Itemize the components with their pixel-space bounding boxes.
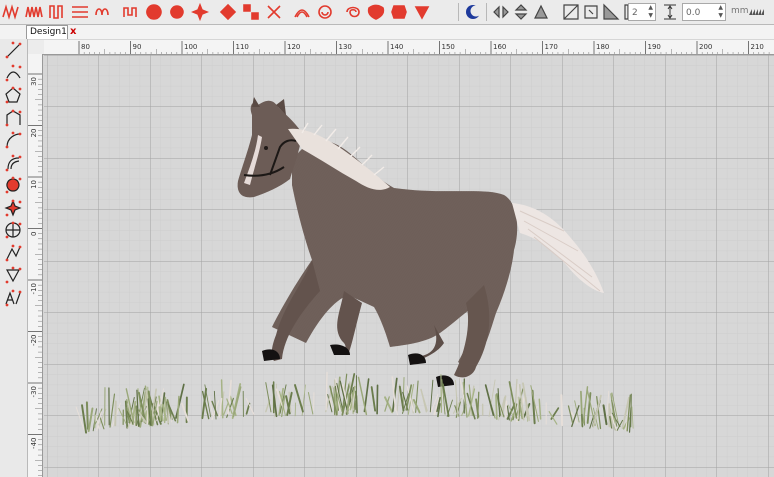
document-tabs: Design1 x	[0, 25, 774, 39]
donut-icon[interactable]	[168, 3, 186, 21]
ruler-label: 200	[699, 43, 712, 51]
ruler-label: 190	[648, 43, 661, 51]
ruler-label: 80	[81, 43, 90, 51]
ruler-label: 210	[751, 43, 764, 51]
circle-tool-icon[interactable]	[4, 176, 23, 195]
ruler-label: 150	[442, 43, 455, 51]
cross-fill-icon[interactable]	[265, 3, 283, 21]
design-canvas[interactable]	[44, 55, 774, 477]
spacing-height-icon	[661, 3, 679, 21]
star-tool-icon[interactable]	[4, 198, 23, 218]
triangle-fill-icon[interactable]	[48, 3, 66, 21]
unit-label: mm	[731, 6, 749, 16]
split-tool-icon[interactable]	[4, 266, 23, 285]
curve-tool-icon[interactable]	[4, 131, 23, 150]
ruler-label: -10	[30, 283, 38, 294]
diamond-grid-icon[interactable]	[242, 3, 260, 21]
ruler-corner	[28, 40, 45, 55]
satin-tool-icon[interactable]	[4, 154, 23, 173]
ruler-label: 130	[339, 43, 352, 51]
ruler-label: 120	[287, 43, 300, 51]
stepper-arrows-icon[interactable]: ▲ ▼	[718, 4, 723, 20]
arc-tool-icon[interactable]	[4, 64, 23, 83]
ruler-label: 90	[133, 43, 142, 51]
close-icon[interactable]: x	[70, 26, 76, 38]
lettering-tool-icon[interactable]	[4, 289, 23, 308]
meander-fill-icon[interactable]	[122, 3, 140, 21]
mirror-vertical-icon[interactable]	[512, 3, 530, 21]
toolbar-separator	[458, 3, 459, 21]
flower-icon[interactable]	[191, 3, 209, 21]
swirl-icon[interactable]	[344, 3, 362, 21]
ruler-label: -20	[30, 335, 38, 346]
spiral-icon[interactable]	[316, 3, 334, 21]
serration-icon[interactable]	[748, 3, 766, 21]
motif-fill-icon[interactable]	[413, 3, 431, 21]
spacing-value: 0.0	[686, 8, 701, 18]
rotate-icon[interactable]	[562, 3, 580, 21]
left-toolbar	[0, 39, 28, 477]
diamond-fill-icon[interactable]	[219, 3, 237, 21]
mirror-horizontal-icon[interactable]	[492, 3, 510, 21]
loop-fill-icon[interactable]	[94, 3, 112, 21]
arc-fill-icon[interactable]	[293, 3, 311, 21]
lace-fill-icon[interactable]	[390, 3, 408, 21]
count-value: 2	[632, 8, 638, 18]
ruler-label: -40	[30, 438, 38, 449]
ruler-label: 10	[30, 180, 38, 189]
zigzag-icon[interactable]	[2, 3, 20, 21]
wave-fill-icon[interactable]	[25, 3, 43, 21]
wheel-tool-icon[interactable]	[4, 221, 23, 240]
ruler-label: -30	[30, 386, 38, 397]
tab-label: Design1	[30, 27, 67, 37]
circle-pattern-icon[interactable]	[145, 3, 163, 21]
main-toolbar: 2 ▲ ▼ 0.0 ▲ ▼ mm	[0, 0, 774, 25]
ruler-label: 0	[30, 232, 38, 236]
flip-icon[interactable]	[532, 3, 550, 21]
crescent-color-icon[interactable]	[464, 3, 482, 21]
line-tool-icon[interactable]	[4, 41, 23, 60]
count-stepper[interactable]: 2 ▲ ▼	[628, 3, 656, 21]
ruler-label: 170	[545, 43, 558, 51]
grid-align-icon[interactable]	[582, 3, 600, 21]
shape-tool-icon[interactable]	[4, 109, 23, 128]
ruler-label: 30	[30, 77, 38, 86]
ruler-label: 140	[390, 43, 403, 51]
node-tool-icon[interactable]	[4, 244, 23, 263]
ruler-label: 180	[596, 43, 609, 51]
stepper-arrows-icon[interactable]: ▲ ▼	[648, 4, 653, 20]
horizontal-ruler: 80 90 100 110 120 130 140 150 160 170 180 190 200 210	[44, 40, 774, 55]
ornament-fill-icon[interactable]	[367, 3, 385, 21]
polygon-tool-icon[interactable]	[4, 86, 23, 105]
ruler-label: 110	[236, 43, 249, 51]
canvas-svg	[44, 55, 774, 477]
distribute-icon[interactable]	[602, 3, 620, 21]
tab-design1[interactable]: Design1	[26, 25, 68, 39]
vertical-ruler: 30 20 10 0 -10 -20 -30 -40	[28, 54, 43, 477]
ruler-label: 100	[184, 43, 197, 51]
ruler-label: 160	[493, 43, 506, 51]
spacing-input[interactable]: 0.0 ▲ ▼	[682, 3, 726, 21]
toolbar-separator	[486, 3, 487, 21]
ruler-label: 20	[30, 129, 38, 138]
column-fill-icon[interactable]	[71, 3, 89, 21]
